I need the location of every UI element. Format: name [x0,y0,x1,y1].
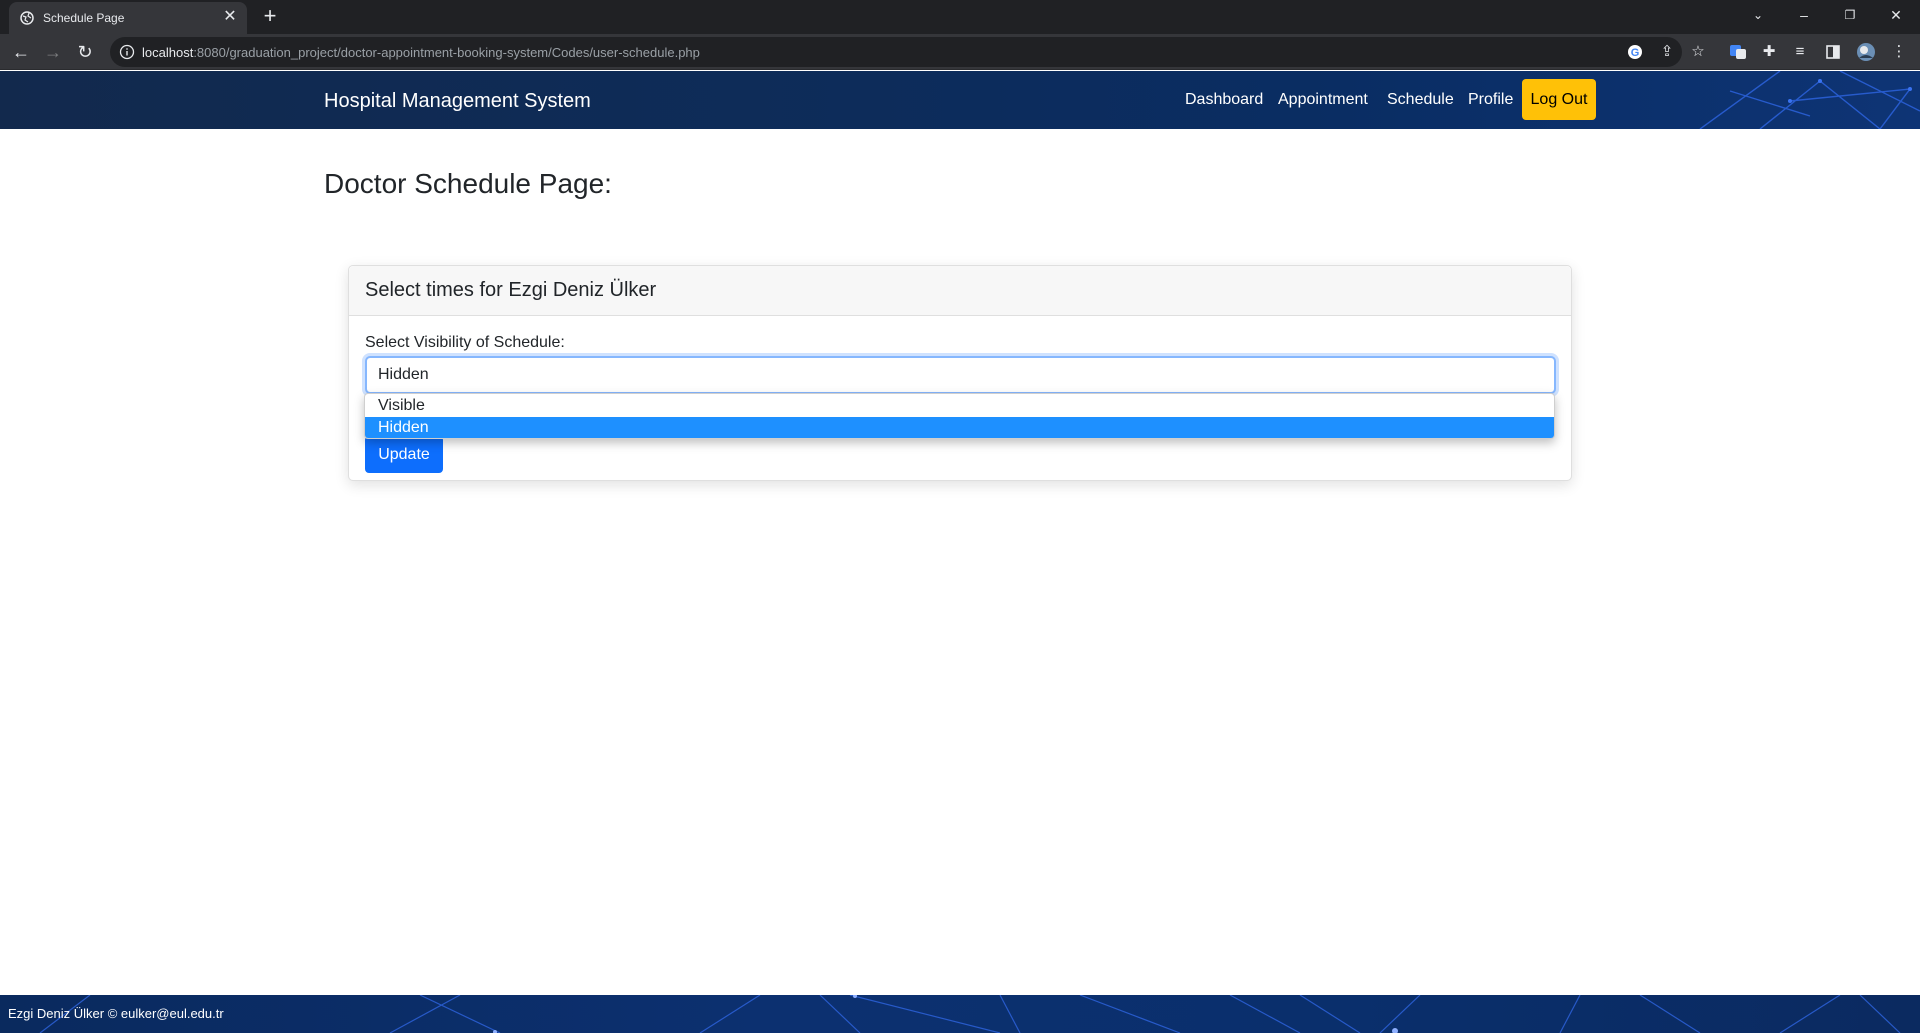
back-icon[interactable]: ← [8,39,34,65]
menu-kebab-icon[interactable]: ⋮ [1886,39,1912,65]
update-button[interactable]: Update [365,436,443,473]
url-text: localhost:8080/graduation_project/doctor… [142,45,700,60]
star-icon[interactable]: ☆ [1685,39,1711,65]
tab-title: Schedule Page [43,11,125,25]
top-navbar: Hospital Management System Dashboard App… [0,71,1920,129]
visibility-select-value: Hidden [378,366,429,383]
forward-icon[interactable]: → [40,39,66,65]
browser-toolbar: ← → ↻ localhost:8080/graduation_project/… [0,34,1920,70]
card-header: Select times for Ezgi Deniz Ülker [349,266,1571,316]
page-title: Doctor Schedule Page: [324,168,612,199]
schedule-card: Select times for Ezgi Deniz Ülker Select… [348,265,1572,481]
card-header-text: Select times for Ezgi Deniz Ülker [365,279,657,301]
minimize-icon[interactable]: – [1781,0,1827,30]
reading-list-icon[interactable]: ≡ [1787,39,1813,65]
reload-icon[interactable]: ↻ [72,39,98,65]
profile-avatar-icon[interactable] [1853,39,1879,65]
info-icon[interactable] [119,44,135,60]
nav-schedule[interactable]: Schedule [1387,91,1454,109]
tab-search-icon[interactable]: ⌄ [1735,0,1781,30]
side-panel-icon[interactable] [1820,39,1846,65]
extensions-icon[interactable]: ✚ [1756,39,1782,65]
address-bar[interactable]: localhost:8080/graduation_project/doctor… [110,37,1705,67]
logout-button[interactable]: Log Out [1522,79,1596,120]
brand-title[interactable]: Hospital Management System [324,90,591,113]
network-pattern-decoration [39,995,1901,1033]
new-tab-icon[interactable]: + [258,4,282,28]
visibility-label: Select Visibility of Schedule: [365,334,565,351]
nav-appointment[interactable]: Appointment [1278,91,1368,109]
share-icon[interactable]: ⇪ [1654,39,1680,65]
restore-icon[interactable]: ❐ [1827,0,1873,30]
network-pattern-decoration [1699,71,1920,129]
browser-tabstrip: Schedule Page ✕ + ⌄ – ❐ ✕ [0,0,1920,34]
nav-dashboard[interactable]: Dashboard [1185,91,1263,109]
google-icon[interactable]: G [1622,39,1648,65]
option-hidden[interactable]: Hidden [365,417,1554,438]
visibility-dropdown-list: Visible Hidden [364,393,1555,439]
browser-tab[interactable]: Schedule Page ✕ [9,2,247,34]
svg-text:G: G [1631,47,1640,59]
footer-text: Ezgi Deniz Ülker © eulker@eul.edu.tr [8,1006,224,1021]
translate-icon[interactable] [1725,39,1751,65]
close-window-icon[interactable]: ✕ [1873,0,1919,30]
close-tab-icon[interactable]: ✕ [221,8,239,26]
option-visible[interactable]: Visible [365,395,1554,417]
globe-icon [20,11,34,25]
visibility-select[interactable]: Hidden [365,356,1556,394]
footer: Ezgi Deniz Ülker © eulker@eul.edu.tr [0,995,1920,1033]
nav-profile[interactable]: Profile [1468,91,1513,109]
